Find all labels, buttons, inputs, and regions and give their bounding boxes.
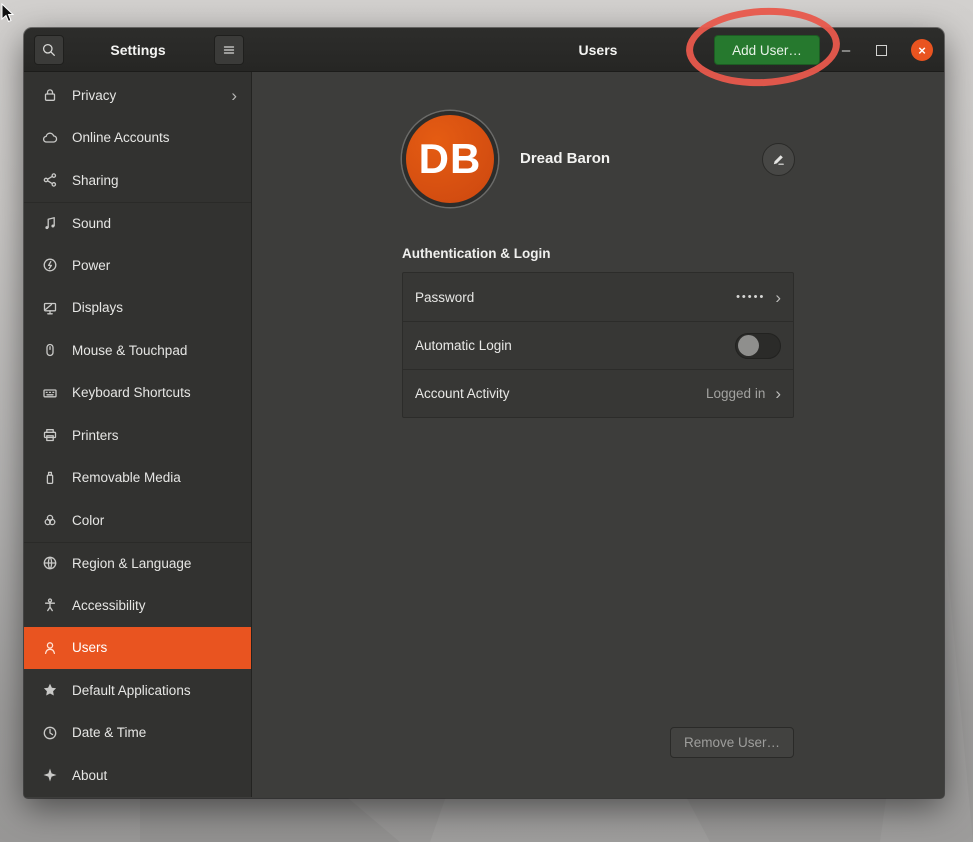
sidebar-item-label: Power [72, 258, 237, 273]
users-panel: DB Dread Baron Authentication & Login Pa… [252, 72, 944, 797]
account-activity-label: Account Activity [415, 386, 706, 401]
chevron-right-icon: › [775, 385, 781, 402]
settings-window: Settings Users Add User… – × Privacy › Onl… [24, 28, 944, 798]
automatic-login-label: Automatic Login [415, 338, 735, 353]
cloud-icon [42, 130, 58, 146]
person-icon [42, 640, 58, 656]
automatic-login-row: Automatic Login [403, 321, 793, 369]
sidebar-item-users[interactable]: Users [24, 627, 251, 670]
minimize-button[interactable]: – [836, 28, 856, 72]
remove-user-button[interactable]: Remove User… [670, 727, 794, 758]
user-name: Dread Baron [520, 150, 610, 167]
maximize-button[interactable] [876, 45, 887, 56]
account-activity-row[interactable]: Account Activity Logged in › [403, 369, 793, 417]
clock-icon [42, 725, 58, 741]
sidebar-item-region-language[interactable]: Region & Language [24, 542, 251, 585]
sidebar-item-label: Color [72, 513, 237, 528]
music-icon [42, 215, 58, 231]
chevron-right-icon: › [775, 289, 781, 306]
printer-icon [42, 427, 58, 443]
share-icon [42, 172, 58, 188]
header-bar: Settings Users Add User… – × [24, 28, 944, 72]
sidebar-item-about[interactable]: About [24, 754, 251, 797]
section-title: Authentication & Login [402, 246, 550, 261]
globe-icon [42, 555, 58, 571]
sidebar-item-label: Online Accounts [72, 130, 237, 145]
sidebar-item-printers[interactable]: Printers [24, 414, 251, 457]
edit-name-button[interactable] [762, 143, 795, 176]
usb-icon [42, 470, 58, 486]
sidebar-item-removable-media[interactable]: Removable Media [24, 457, 251, 500]
chevron-right-icon: › [231, 87, 237, 104]
password-label: Password [415, 290, 736, 305]
account-activity-value: Logged in [706, 386, 765, 401]
accessibility-icon [42, 597, 58, 613]
sidebar-item-label: Date & Time [72, 725, 237, 740]
add-user-button[interactable]: Add User… [714, 35, 820, 65]
sidebar-item-keyboard-shortcuts[interactable]: Keyboard Shortcuts [24, 372, 251, 415]
sidebar-item-power[interactable]: Power [24, 244, 251, 287]
sidebar-item-label: Users [72, 640, 237, 655]
star-icon [42, 682, 58, 698]
users-panel-column: DB Dread Baron Authentication & Login Pa… [402, 72, 794, 797]
pencil-icon [771, 152, 786, 167]
sparkle-icon [42, 767, 58, 783]
sidebar-item-label: Keyboard Shortcuts [72, 385, 237, 400]
sidebar-item-label: Mouse & Touchpad [72, 343, 237, 358]
color-icon [42, 512, 58, 528]
display-icon [42, 300, 58, 316]
sidebar-item-privacy[interactable]: Privacy › [24, 74, 251, 117]
sidebar-item-label: Displays [72, 300, 237, 315]
sidebar-item-label: Privacy [72, 88, 217, 103]
mouse-cursor [1, 3, 16, 25]
sidebar-item-label: About [72, 768, 237, 783]
keyboard-icon [42, 385, 58, 401]
power-icon [42, 257, 58, 273]
password-row[interactable]: Password ••••• › [403, 273, 793, 321]
sidebar-item-label: Region & Language [72, 556, 237, 571]
hamburger-icon [221, 42, 237, 58]
sidebar-item-sound[interactable]: Sound [24, 202, 251, 245]
sidebar-item-label: Accessibility [72, 598, 237, 613]
mouse-icon [42, 342, 58, 358]
sidebar-item-accessibility[interactable]: Accessibility [24, 584, 251, 627]
sidebar-item-date-time[interactable]: Date & Time [24, 712, 251, 755]
sidebar-item-label: Sharing [72, 173, 237, 188]
close-button[interactable]: × [911, 39, 933, 61]
auth-login-list: Password ••••• › Automatic Login Account… [402, 272, 794, 418]
sidebar-item-mouse-touchpad[interactable]: Mouse & Touchpad [24, 329, 251, 372]
sidebar-item-color[interactable]: Color [24, 499, 251, 542]
automatic-login-toggle[interactable] [735, 333, 781, 359]
sidebar-item-label: Printers [72, 428, 237, 443]
avatar[interactable]: DB [402, 111, 498, 207]
sidebar-item-sharing[interactable]: Sharing [24, 159, 251, 202]
toggle-knob [738, 335, 759, 356]
sidebar-item-online-accounts[interactable]: Online Accounts [24, 117, 251, 160]
sidebar-item-label: Sound [72, 216, 237, 231]
sidebar-item-default-applications[interactable]: Default Applications [24, 669, 251, 712]
sidebar-item-displays[interactable]: Displays [24, 287, 251, 330]
password-masked-value: ••••• [736, 291, 765, 303]
desktop-background: Settings Users Add User… – × Privacy › Onl… [0, 0, 973, 842]
sidebar-item-label: Removable Media [72, 470, 237, 485]
sidebar-list: Privacy › Online Accounts Sharing Sound Power… [24, 72, 252, 797]
sidebar-item-label: Default Applications [72, 683, 237, 698]
window-body: Privacy › Online Accounts Sharing Sound Power… [24, 72, 944, 797]
lock-icon [42, 87, 58, 103]
menu-button[interactable] [214, 35, 244, 65]
